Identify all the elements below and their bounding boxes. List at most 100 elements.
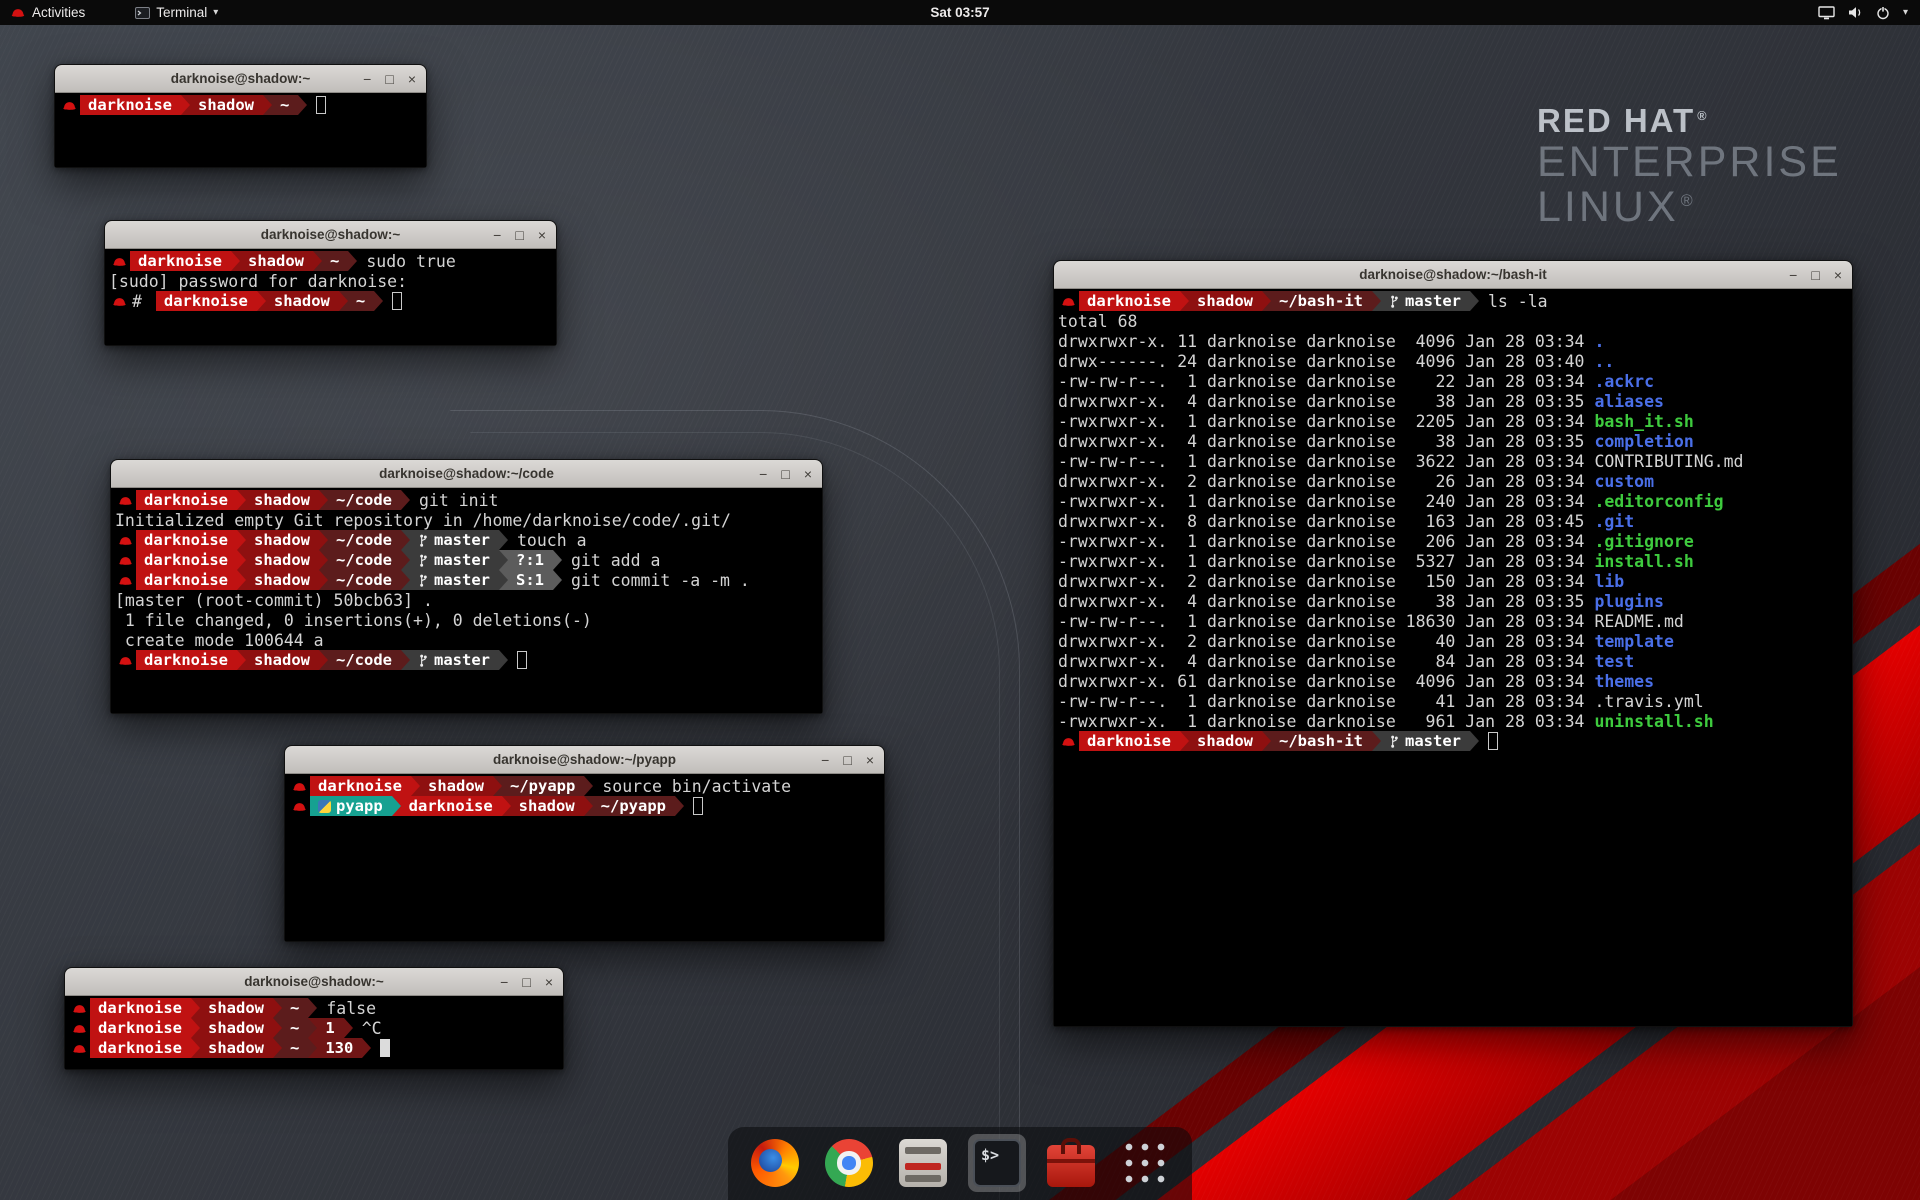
minimize-button[interactable]: − (1789, 268, 1797, 282)
terminal-line: -rwxrwxr-x. 1 darknoise darknoise 2205 J… (1058, 411, 1848, 431)
output-text: aliases (1594, 392, 1664, 411)
terminal-content[interactable]: darknoiseshadow~falsedarknoiseshadow~1^C… (65, 996, 563, 1069)
minimize-button[interactable]: − (363, 72, 371, 86)
redhat-prompt-icon (1061, 295, 1076, 308)
maximize-button[interactable]: □ (522, 975, 530, 989)
dock-item-chrome[interactable] (820, 1134, 878, 1192)
window-controls: −□ × (363, 65, 416, 92)
powerline-separator (191, 1038, 200, 1058)
output-text: -rwxrwxr-x. 1 darknoise darknoise 5327 J… (1058, 552, 1594, 571)
minimize-button[interactable]: − (500, 975, 508, 989)
prompt-segment: ~/bash-it (1271, 291, 1372, 311)
prompt-segment: shadow (266, 291, 339, 311)
terminal-window: darknoise@shadow:~/pyapp−□×darknoiseshad… (284, 745, 885, 942)
prompt-segment: ~ (282, 1038, 308, 1058)
powerline-separator (362, 1038, 371, 1058)
terminal-content[interactable]: darknoiseshadow~/codegit initInitialized… (111, 488, 822, 713)
close-button[interactable]: × (545, 975, 553, 989)
window-title: darknoise@shadow:~ (105, 221, 556, 248)
prompt-segment: ~/code (328, 650, 401, 670)
prompt-segment: shadow (246, 530, 319, 550)
redhat-prompt-icon (112, 295, 127, 308)
maximize-button[interactable]: □ (781, 467, 789, 481)
dock-item-app-grid[interactable] (1116, 1134, 1174, 1192)
terminal-content[interactable]: darknoiseshadow~/bash-itmasterls -latota… (1054, 289, 1852, 1026)
output-text: drwxrwxr-x. 2 darknoise darknoise 26 Jan… (1058, 472, 1594, 491)
maximize-button[interactable]: □ (515, 228, 523, 242)
powerline-separator (273, 1018, 282, 1038)
activities-button[interactable]: Activities (0, 0, 95, 25)
output-text: drwxrwxr-x. 11 darknoise darknoise 4096 … (1058, 332, 1594, 351)
terminal-content[interactable]: darknoiseshadow~/pyappsource bin/activat… (285, 774, 884, 941)
prompt-segment: darknoise (130, 251, 231, 271)
powerline-separator (339, 291, 348, 311)
prompt-segment: master (1381, 731, 1470, 751)
powerline-separator (1180, 731, 1189, 751)
prompt-segment: master (410, 650, 499, 670)
window-controls: −□ × (1789, 261, 1842, 288)
system-status-area[interactable]: ▾ (1818, 0, 1920, 25)
minimize-button[interactable]: − (493, 228, 501, 242)
prompt-segment: shadow (246, 490, 319, 510)
prompt-segment: shadow (246, 650, 319, 670)
prompt-segment: darknoise (1079, 291, 1180, 311)
terminal-line: drwxrwxr-x. 4 darknoise darknoise 38 Jan… (1058, 591, 1848, 611)
output-text: CONTRIBUTING.md (1594, 452, 1743, 471)
powerline-separator (493, 776, 502, 796)
minimize-button[interactable]: − (821, 753, 829, 767)
powerline-separator (1372, 731, 1381, 751)
terminal-content[interactable]: darknoiseshadow~sudo true[sudo] password… (105, 249, 556, 345)
titlebar[interactable]: darknoise@shadow:~−□× (55, 65, 426, 93)
close-button[interactable]: × (408, 72, 416, 86)
dock-item-toolbox[interactable] (1042, 1134, 1100, 1192)
titlebar[interactable]: darknoise@shadow:~/bash-it−□× (1054, 261, 1852, 289)
maximize-button[interactable]: □ (385, 72, 393, 86)
output-text: plugins (1594, 592, 1664, 611)
terminal-app-icon (135, 7, 150, 19)
titlebar[interactable]: darknoise@shadow:~−□ × (105, 221, 556, 249)
maximize-button[interactable]: □ (1811, 268, 1819, 282)
titlebar[interactable]: darknoise@shadow:~/pyapp−□× (285, 746, 884, 774)
python-icon (318, 800, 331, 813)
prompt-segment: darknoise (90, 1038, 191, 1058)
rhel-logo-enterprise: ENTERPRISE (1537, 140, 1842, 185)
dock-item-files[interactable] (894, 1134, 952, 1192)
prompt-segment: pyapp (310, 796, 392, 816)
redhat-prompt-icon (112, 255, 127, 268)
terminal-line: darknoiseshadow~/codegit init (115, 490, 818, 510)
dock-item-terminal[interactable]: $> (968, 1134, 1026, 1192)
titlebar[interactable]: darknoise@shadow:~−□× (65, 968, 563, 996)
powerline-separator (273, 1038, 282, 1058)
powerline-separator (553, 570, 562, 590)
close-button[interactable]: × (866, 753, 874, 767)
maximize-button[interactable]: □ (843, 753, 851, 767)
files-icon (899, 1139, 947, 1187)
close-button[interactable]: × (538, 228, 546, 242)
powerline-separator (1470, 291, 1479, 311)
command-text: git add a (571, 551, 660, 570)
powerline-separator (401, 650, 410, 670)
titlebar[interactable]: darknoise@shadow:~/code−□× (111, 460, 822, 488)
terminal-content[interactable]: darknoiseshadow~ (55, 93, 426, 167)
terminal-line: drwxrwxr-x. 11 darknoise darknoise 4096 … (1058, 331, 1848, 351)
dock-item-firefox[interactable] (746, 1134, 804, 1192)
volume-icon (1848, 6, 1863, 19)
prompt-segment: ~ (322, 251, 348, 271)
output-text: drwxrwxr-x. 4 darknoise darknoise 38 Jan… (1058, 592, 1594, 611)
minimize-button[interactable]: − (759, 467, 767, 481)
output-text: drwxrwxr-x. 4 darknoise darknoise 38 Jan… (1058, 392, 1594, 411)
command-text: git commit -a -m . (571, 571, 750, 590)
terminal-line: [master (root-commit) 50bcb63] . (115, 590, 818, 610)
output-text: -rw-rw-r--. 1 darknoise darknoise 41 Jan… (1058, 692, 1594, 711)
prompt-segment: ~/pyapp (593, 796, 675, 816)
prompt-segment: ~/code (328, 550, 401, 570)
command-text: source bin/activate (602, 777, 791, 796)
activities-label: Activities (32, 5, 85, 20)
terminal-cursor (380, 1039, 390, 1057)
command-text: false (326, 999, 376, 1018)
app-menu-terminal[interactable]: Terminal ▾ (125, 0, 228, 25)
clock[interactable]: Sat 03:57 (930, 5, 989, 20)
close-button[interactable]: × (804, 467, 812, 481)
prompt-segment: shadow (200, 1018, 273, 1038)
close-button[interactable]: × (1834, 268, 1842, 282)
